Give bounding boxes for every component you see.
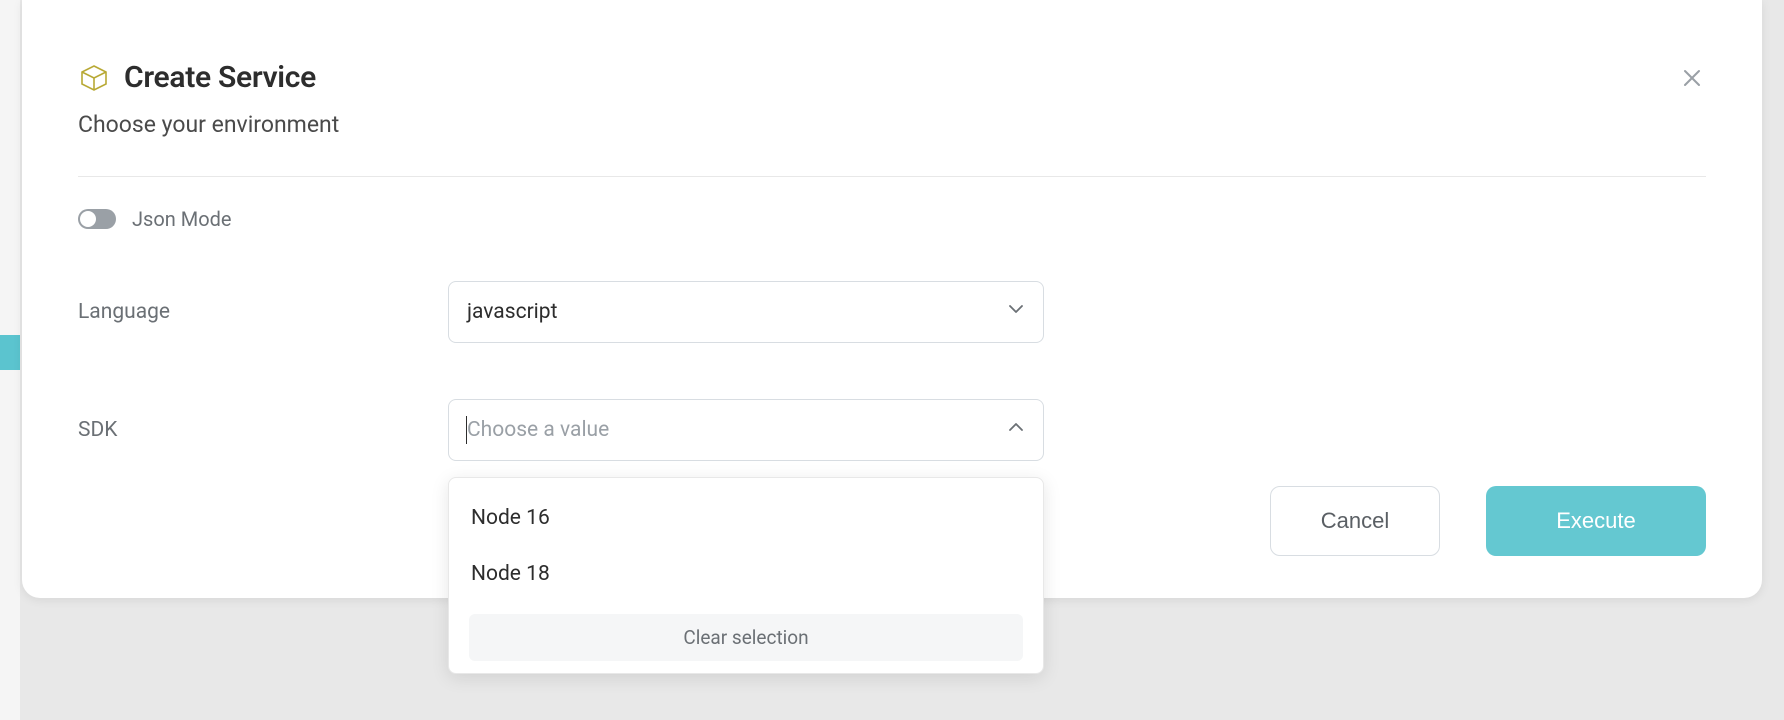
sdk-select-wrap: Choose a value Node 16 Node 18 Clear sel… [448, 399, 1044, 461]
sdk-dropdown: Node 16 Node 18 Clear selection [448, 477, 1044, 674]
title-row: Create Service [78, 60, 316, 95]
close-button[interactable] [1678, 66, 1706, 94]
language-select[interactable]: javascript [448, 281, 1044, 343]
modal-header: Create Service [78, 60, 1706, 95]
language-label: Language [78, 300, 448, 324]
divider [78, 176, 1706, 177]
json-mode-row: Json Mode [78, 207, 1706, 231]
create-service-modal: Create Service Choose your environment J… [22, 0, 1762, 598]
json-mode-toggle[interactable] [78, 209, 116, 229]
close-icon [1680, 66, 1704, 94]
background-highlight [0, 335, 20, 370]
sdk-option-node-18[interactable]: Node 18 [449, 546, 1043, 602]
sdk-placeholder: Choose a value [467, 418, 609, 442]
sdk-select[interactable]: Choose a value [448, 399, 1044, 461]
sdk-row: SDK Choose a value Node 16 Node 18 Clear… [78, 399, 1706, 461]
cube-icon [78, 62, 110, 94]
text-cursor [466, 416, 467, 444]
language-select-wrap: javascript [448, 281, 1044, 343]
cancel-button[interactable]: Cancel [1270, 486, 1440, 556]
modal-footer: Cancel Execute [1270, 486, 1706, 556]
json-mode-label: Json Mode [132, 207, 232, 231]
language-row: Language javascript [78, 281, 1706, 343]
modal-subtitle: Choose your environment [78, 111, 1706, 138]
chevron-up-icon [1006, 417, 1026, 443]
clear-selection-button[interactable]: Clear selection [469, 614, 1023, 661]
chevron-down-icon [1006, 299, 1026, 325]
sdk-label: SDK [78, 418, 448, 442]
modal-title: Create Service [124, 60, 316, 95]
language-value: javascript [467, 300, 557, 324]
execute-button[interactable]: Execute [1486, 486, 1706, 556]
sdk-option-node-16[interactable]: Node 16 [449, 490, 1043, 546]
